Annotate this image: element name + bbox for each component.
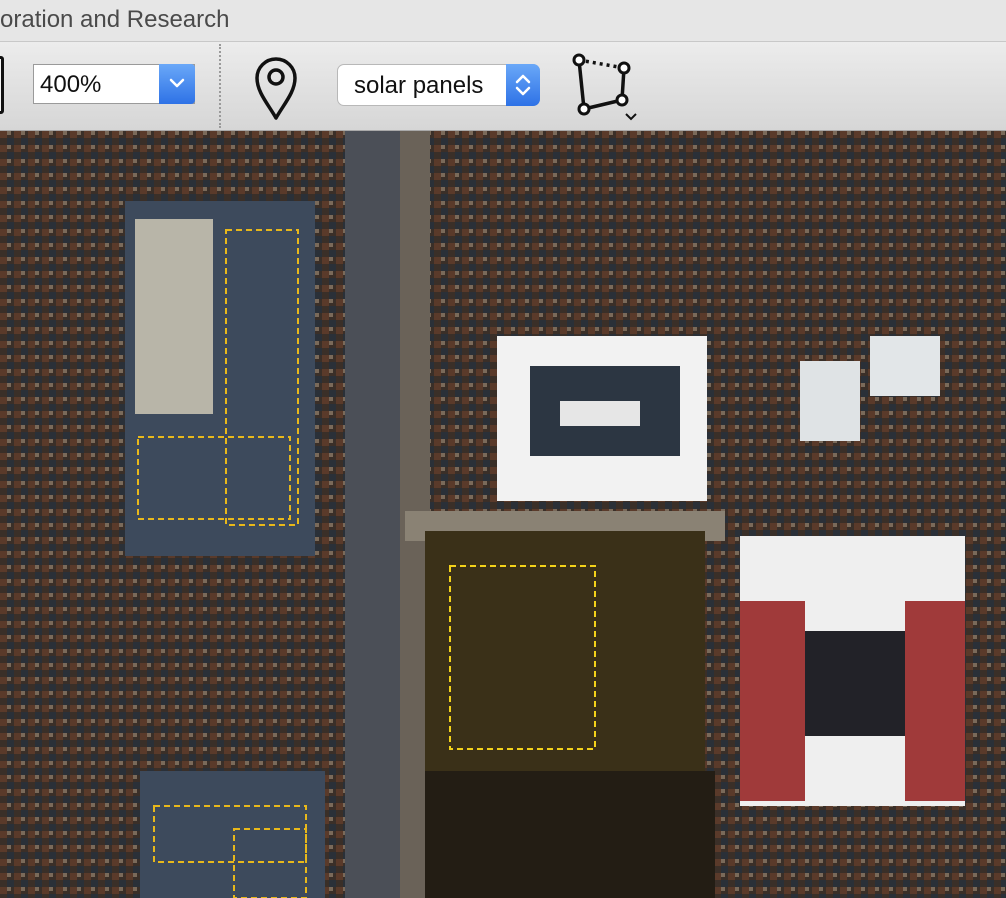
trees xyxy=(425,771,715,898)
building-red-roof xyxy=(905,601,965,801)
chevron-down-icon[interactable] xyxy=(159,64,195,104)
zoom-select[interactable]: 400% xyxy=(33,64,195,104)
building-white xyxy=(870,336,940,396)
building-red-roof xyxy=(740,601,805,801)
up-down-stepper-icon[interactable] xyxy=(506,64,540,106)
map-pin-icon[interactable] xyxy=(251,52,301,122)
toolbar-partial-button[interactable] xyxy=(0,56,4,114)
layer-select[interactable]: solar panels xyxy=(337,64,540,106)
building-white xyxy=(560,401,640,426)
building-roof xyxy=(140,771,325,898)
toolbar: 400% solar panels xyxy=(0,42,1006,131)
toolbar-separator xyxy=(219,44,221,128)
polygon-draw-icon[interactable] xyxy=(568,52,648,127)
building-courtyard xyxy=(805,631,905,736)
zoom-value: 400% xyxy=(40,71,102,98)
building-white xyxy=(800,361,860,441)
layer-value: solar panels xyxy=(354,72,484,99)
window-titlebar: oration and Research xyxy=(0,0,1006,42)
window-title: oration and Research xyxy=(0,6,230,33)
map-canvas[interactable] xyxy=(0,131,1006,898)
building-roof-light xyxy=(135,219,213,414)
